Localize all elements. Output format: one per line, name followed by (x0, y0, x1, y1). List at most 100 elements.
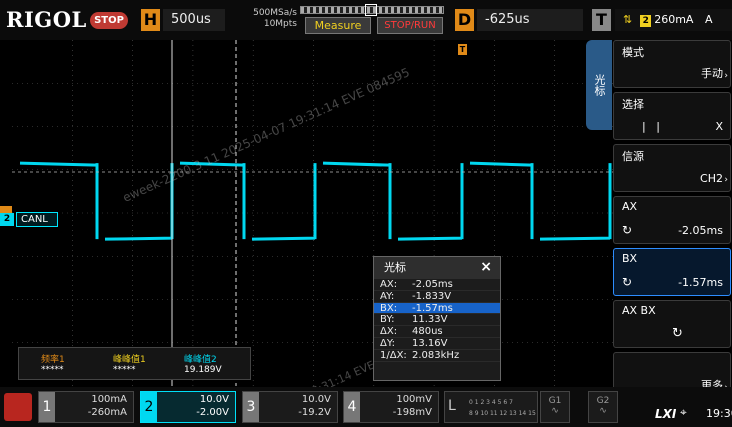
ch2-waveform-trace (19, 161, 612, 241)
channel-1-box[interactable]: 1 100mA -260mA (38, 391, 134, 423)
channel-offset: -260mA (87, 407, 127, 418)
meas-3-label: 峰峰值2 (184, 355, 217, 365)
channel-4-box[interactable]: 4 100mV -198mV (343, 391, 439, 423)
channel-offset: -198mV (392, 407, 432, 418)
cursor-row-value: 2.083kHz (412, 349, 460, 361)
generator-2-box[interactable]: G2 ∿ (588, 391, 618, 423)
meas-2-value: ***** (113, 365, 136, 375)
menu-item[interactable]: 选择 X | | (613, 92, 731, 140)
meas-2-label: 峰峰值1 (113, 355, 146, 365)
cursor-row-value: 480us (412, 326, 443, 338)
cursor-row: AY: -1.833V (374, 291, 500, 303)
chevron-right-icon: › (724, 175, 728, 185)
cursor-readout-popup: 光标 × AX: -2.05ms AY: -1.833V BX: -1.57ms BY: 11… (373, 256, 501, 381)
generator-1-box[interactable]: G1 ∿ (540, 391, 570, 423)
delay-value[interactable]: -625us (477, 9, 583, 31)
channel-scale: 10.0V (199, 394, 229, 405)
home-menu-icon[interactable] (4, 393, 32, 421)
chevron-right-icon: › (724, 71, 728, 81)
channel-number: 1 (39, 392, 55, 422)
cursor-row-value: 11.33V (412, 314, 448, 326)
ch2-offset-marker[interactable]: 2 (0, 213, 14, 226)
cursor-row-label: ΔX: (380, 326, 398, 338)
cursor-row-value: -2.05ms (412, 279, 453, 290)
logic-row-1: 0 1 2 3 4 5 6 7 (469, 399, 513, 406)
trigger-source-badge: 2 (640, 15, 652, 27)
logic-label: L (448, 398, 456, 414)
timebase-value[interactable]: 500us (163, 9, 225, 31)
rotate-knob-icon: ↻ (622, 223, 633, 237)
trigger-mode: A (704, 13, 713, 26)
rotate-knob-icon: ↻ (622, 275, 633, 289)
channel-scale: 10.0V (301, 394, 331, 405)
cursor-row-label: 1/ΔX: (380, 349, 407, 361)
ch2-label: CANL (16, 212, 58, 227)
menu-item-value: X (715, 120, 723, 133)
menu-item[interactable]: BX -1.57ms ↻ (613, 248, 731, 296)
trigger-badge[interactable]: T (592, 9, 611, 31)
menu-item-title: BX (622, 252, 638, 265)
menu-item[interactable]: 模式 手动 › (613, 40, 731, 88)
menu-item[interactable]: AX BX ↻ (613, 300, 731, 348)
run-status-badge[interactable]: STOP (90, 12, 128, 29)
cursor-row-value: -1.57ms (412, 302, 453, 314)
menu-item[interactable]: AX -2.05ms ↻ (613, 196, 731, 244)
cursor-row-label: ΔY: (380, 337, 395, 349)
cursor-row: AX: -2.05ms (374, 279, 500, 291)
trigger-panel[interactable]: ⇅ 2 260mA A (615, 9, 732, 31)
memory-view-window[interactable] (365, 4, 377, 16)
trigger-level: 260mA (654, 13, 694, 26)
menu-item-value: 手动 (701, 67, 723, 80)
waveform-display[interactable] (12, 40, 615, 386)
cursor-row-value: -1.833V (412, 290, 452, 302)
channel-scale: 100mV (396, 394, 432, 405)
brand-logo: RIGOL (6, 7, 87, 32)
sine-wave-icon: ∿ (551, 406, 559, 416)
generator-1-label: G1 (548, 396, 562, 406)
logic-analyzer-box[interactable]: L 0 1 2 3 4 5 6 7 8 9 10 11 12 13 14 15 (444, 391, 538, 423)
measure-button[interactable]: Measure (305, 17, 371, 34)
channel-number: 2 (141, 392, 157, 422)
cursor-row-label: BX: (380, 302, 398, 314)
measurement-table[interactable]: 频率1 ***** 峰峰值1 ***** 峰峰值2 19.189V (18, 347, 251, 380)
cursor-row-value: 13.16V (412, 337, 448, 349)
menu-item-value: CH2 (700, 172, 723, 185)
menu-item-title: 信源 (622, 150, 644, 163)
meas-3-value: 19.189V (184, 365, 222, 375)
channel-offset: -19.2V (298, 407, 331, 418)
cursor-line-icon: | | (642, 120, 660, 133)
meas-1-value: ***** (41, 365, 64, 375)
meas-1-label: 频率1 (41, 355, 65, 365)
network-icon: ⌖ (680, 405, 687, 419)
channel-number: 4 (344, 392, 360, 422)
menu-item-value: -2.05ms (678, 224, 723, 237)
sample-info: 500MSa/s 10Mpts (227, 8, 297, 30)
channel-offset: -2.00V (196, 407, 229, 418)
channel-3-box[interactable]: 3 10.0V -19.2V (242, 391, 338, 423)
memory-depth: 10Mpts (263, 19, 297, 29)
trigger-position-marker[interactable]: T (458, 44, 467, 55)
menu-item-title: AX BX (622, 304, 656, 317)
cursor-row: ΔX: 480us (374, 326, 500, 338)
channel-number: 3 (243, 392, 259, 422)
horizontal-badge[interactable]: H (141, 9, 160, 31)
rotate-knob-icon: ↻ (672, 326, 683, 341)
lxi-icon: LXI (655, 407, 677, 421)
cursor-row: BY: 11.33V (374, 314, 500, 327)
cursor-row-label: BY: (380, 314, 395, 326)
cursor-row: 1/ΔX: 2.083kHz (374, 350, 500, 362)
channel-2-box[interactable]: 2 10.0V -2.00V (140, 391, 236, 423)
cursor-row: ΔY: 13.16V (374, 338, 500, 350)
menu-item-title: AX (622, 200, 638, 213)
menu-title-tab: 光标 (586, 40, 612, 130)
menu-item-value: -1.57ms (678, 276, 723, 289)
trigger-edge-icon: ⇅ (623, 13, 633, 26)
menu-item[interactable]: 信源 CH2 › (613, 144, 731, 192)
delay-badge[interactable]: D (455, 9, 474, 31)
cursor-row-label: AX: (380, 279, 398, 290)
sample-rate: 500MSa/s (253, 8, 297, 18)
close-icon[interactable]: × (480, 259, 492, 275)
clock-time: 19:30 (706, 407, 732, 420)
stop-run-button[interactable]: STOP/RUN (377, 17, 443, 34)
logic-row-2: 8 9 10 11 12 13 14 15 (469, 410, 536, 417)
